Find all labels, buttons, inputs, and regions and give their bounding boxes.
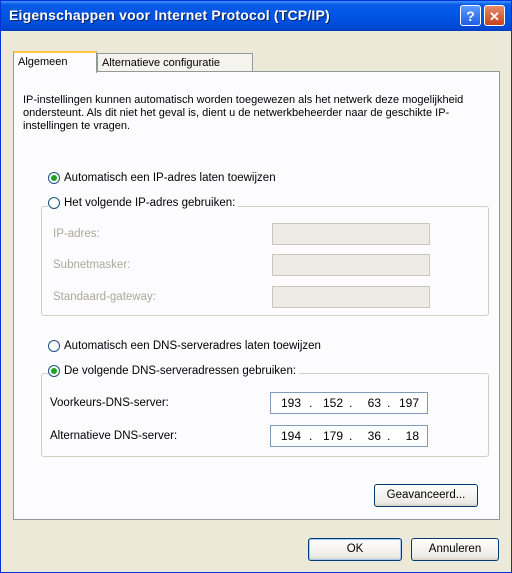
radio-ip-auto-indicator (48, 172, 60, 184)
preferred-dns-field[interactable]: 193 . 152 . 63 . 197 (270, 392, 428, 414)
help-button[interactable]: ? (460, 5, 481, 26)
radio-dns-manual-label: De volgende DNS-serveradressen gebruiken… (64, 365, 297, 377)
radio-dns-auto-indicator (48, 340, 60, 352)
preferred-dns-octet-1: 193 (280, 396, 301, 410)
intro-text: IP-instellingen kunnen automatisch worde… (23, 94, 464, 132)
preferred-dns-octet-3: 63 (367, 396, 381, 410)
radio-dns-manual-indicator (48, 365, 60, 377)
subnet-mask-field (272, 254, 430, 276)
alternate-dns-octet-2: 179 (322, 429, 343, 443)
cancel-button[interactable]: Annuleren (411, 538, 499, 561)
preferred-dns-octet-2: 152 (322, 396, 343, 410)
preferred-dns-octet-4: 197 (398, 396, 419, 410)
tab-alternate-configuration[interactable]: Alternatieve configuratie (97, 53, 253, 73)
tcpip-properties-dialog: Eigenschappen voor Internet Protocol (TC… (0, 0, 512, 573)
close-icon: ✕ (489, 9, 500, 24)
alternate-dns-octet-1: 194 (280, 429, 301, 443)
default-gateway-field (272, 286, 430, 308)
tab-general[interactable]: Algemeen (13, 51, 97, 73)
radio-ip-auto[interactable]: Automatisch een IP-adres laten toewijzen (48, 170, 276, 186)
close-button[interactable]: ✕ (484, 5, 505, 26)
ok-button[interactable]: OK (308, 538, 402, 561)
radio-dns-manual[interactable]: De volgende DNS-serveradressen gebruiken… (48, 363, 300, 379)
ip-address-label: IP-adres: (53, 228, 100, 240)
radio-ip-auto-label: Automatisch een IP-adres laten toewijzen (64, 172, 276, 184)
default-gateway-label: Standaard-gateway: (53, 291, 156, 303)
subnet-mask-label: Subnetmasker: (53, 259, 131, 271)
alternate-dns-label: Alternatieve DNS-server: (50, 430, 178, 442)
advanced-button[interactable]: Geavanceerd... (374, 484, 478, 507)
radio-ip-manual-label: Het volgende IP-adres gebruiken: (64, 197, 236, 209)
title-bar[interactable]: Eigenschappen voor Internet Protocol (TC… (1, 1, 511, 31)
radio-ip-manual[interactable]: Het volgende IP-adres gebruiken: (48, 195, 239, 211)
alternate-dns-octet-4: 18 (405, 429, 419, 443)
window-title: Eigenschappen voor Internet Protocol (TC… (9, 7, 330, 23)
radio-dns-auto[interactable]: Automatisch een DNS-serveradres laten to… (48, 338, 321, 354)
alternate-dns-field[interactable]: 194 . 179 . 36 . 18 (270, 425, 428, 447)
radio-ip-manual-indicator (48, 197, 60, 209)
ip-address-field (272, 223, 430, 245)
help-icon: ? (466, 8, 475, 24)
radio-dns-auto-label: Automatisch een DNS-serveradres laten to… (64, 340, 321, 352)
alternate-dns-octet-3: 36 (367, 429, 381, 443)
preferred-dns-label: Voorkeurs-DNS-server: (50, 397, 169, 409)
